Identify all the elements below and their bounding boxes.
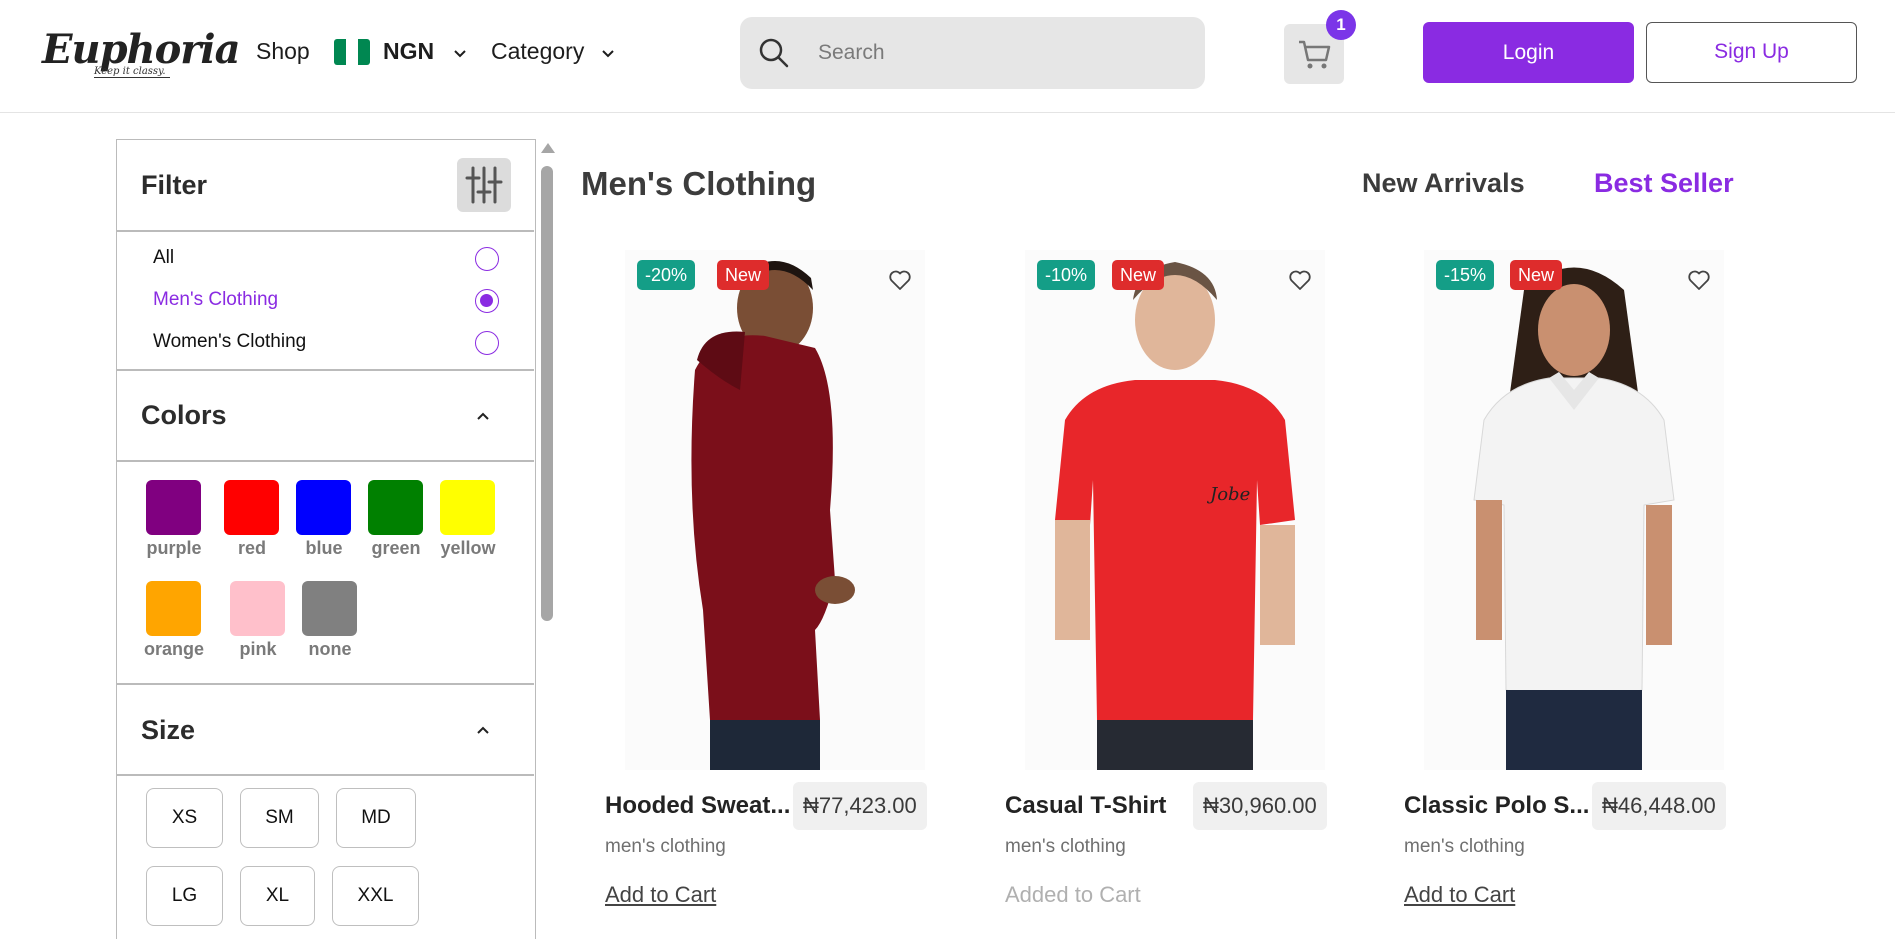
color-label-green: green: [371, 538, 421, 558]
nigeria-flag-icon[interactable]: [334, 39, 370, 65]
divider: [117, 460, 534, 462]
divider: [117, 369, 534, 371]
heart-icon[interactable]: [1288, 268, 1312, 292]
add-to-cart-link[interactable]: Add to Cart: [1404, 882, 1515, 908]
tab-best-seller[interactable]: Best Seller: [1594, 168, 1734, 199]
product-category: men's clothing: [1404, 836, 1525, 857]
brand-logo[interactable]: Euphoria Keep it classy.: [42, 28, 241, 88]
size-button-sm[interactable]: SM: [240, 788, 319, 848]
new-badge: New: [1112, 260, 1165, 290]
size-button-xs[interactable]: XS: [146, 788, 223, 848]
divider: [117, 683, 534, 685]
discount-badge: -20%: [637, 260, 696, 290]
page-title: Men's Clothing: [581, 165, 817, 202]
color-swatch-red[interactable]: [224, 480, 279, 535]
color-swatch-green[interactable]: [368, 480, 423, 535]
product-price: ₦46,448.00: [1592, 782, 1726, 830]
color-swatch-orange[interactable]: [146, 581, 201, 636]
search-input[interactable]: [818, 17, 1188, 89]
filter-settings-button[interactable]: [457, 158, 511, 212]
scroll-up-arrow-icon[interactable]: [541, 143, 555, 153]
size-button-xxl[interactable]: XXL: [332, 866, 419, 926]
product-name[interactable]: Casual T-Shirt: [1005, 792, 1197, 820]
heart-icon[interactable]: [1687, 268, 1711, 292]
chevron-down-icon: [453, 50, 466, 58]
product-card[interactable]: Jobe -10% New Casual T-Shirt ₦30,960.00 …: [1005, 250, 1340, 930]
polo-person-image: [1424, 250, 1724, 770]
product-category: men's clothing: [605, 836, 726, 857]
product-card[interactable]: -20% New Hooded Sweat... ₦77,423.00 men'…: [605, 250, 940, 930]
chevron-up-icon[interactable]: [475, 408, 491, 424]
heart-icon[interactable]: [888, 268, 912, 292]
divider: [117, 774, 534, 776]
svg-text:Jobe: Jobe: [1206, 484, 1250, 505]
size-title: Size: [141, 715, 196, 745]
divider: [117, 230, 534, 232]
nav-shop-link[interactable]: Shop: [256, 38, 310, 65]
hoodie-person-image: [625, 250, 925, 770]
product-image[interactable]: -20% New: [625, 250, 925, 770]
discount-badge: -10%: [1037, 260, 1096, 290]
product-category: men's clothing: [1005, 836, 1126, 857]
size-button-xl[interactable]: XL: [240, 866, 315, 926]
sliders-icon: [465, 166, 503, 204]
radio-all[interactable]: [475, 247, 499, 271]
color-label-red: red: [237, 538, 266, 558]
radio-womens[interactable]: [475, 331, 499, 355]
add-to-cart-link[interactable]: Add to Cart: [605, 882, 716, 908]
color-label-blue: blue: [305, 538, 343, 558]
filter-title: Filter: [141, 170, 208, 200]
category-dropdown[interactable]: Category: [491, 38, 615, 65]
category-option-mens[interactable]: Men's Clothing: [153, 289, 278, 311]
product-price: ₦77,423.00: [793, 782, 927, 830]
color-label-none: none: [308, 639, 352, 659]
color-swatch-purple[interactable]: [146, 480, 201, 535]
currency-selector[interactable]: NGN: [383, 38, 467, 65]
top-header: Euphoria Keep it classy. Shop NGN Catego…: [0, 0, 1895, 113]
category-option-womens[interactable]: Women's Clothing: [153, 331, 306, 353]
product-name[interactable]: Classic Polo S...: [1404, 792, 1596, 820]
category-label: Category: [491, 38, 585, 64]
logo-tagline: Keep it classy.: [94, 66, 170, 78]
product-image[interactable]: -15% New: [1424, 250, 1724, 770]
product-card[interactable]: -15% New Classic Polo S... ₦46,448.00 me…: [1404, 250, 1739, 930]
search-icon: [759, 38, 789, 68]
color-swatch-pink[interactable]: [230, 581, 285, 636]
color-label-pink: pink: [239, 639, 277, 659]
radio-mens[interactable]: [475, 289, 499, 313]
color-swatch-blue[interactable]: [296, 480, 351, 535]
color-swatch-yellow[interactable]: [440, 480, 495, 535]
colors-title: Colors: [141, 400, 227, 430]
color-label-yellow: yellow: [440, 538, 496, 558]
color-label-orange: orange: [143, 639, 204, 659]
color-swatch-none[interactable]: [302, 581, 357, 636]
size-button-md[interactable]: MD: [336, 788, 416, 848]
login-button[interactable]: Login: [1423, 22, 1634, 83]
size-button-lg[interactable]: LG: [146, 866, 223, 926]
filter-sidebar: Filter All Men's Clothing Women's Clothi…: [116, 139, 536, 939]
tab-new-arrivals[interactable]: New Arrivals: [1362, 168, 1525, 199]
search-bar[interactable]: [740, 17, 1205, 89]
tshirt-person-image: Jobe: [1025, 250, 1325, 770]
new-badge: New: [717, 260, 770, 290]
chevron-down-icon: [602, 50, 614, 58]
currency-label: NGN: [383, 38, 435, 64]
cart-count-badge: 1: [1326, 10, 1356, 40]
new-badge: New: [1510, 260, 1563, 290]
chevron-up-icon[interactable]: [475, 722, 491, 738]
product-name[interactable]: Hooded Sweat...: [605, 792, 797, 820]
category-option-all[interactable]: All: [153, 247, 174, 269]
product-image[interactable]: Jobe -10% New: [1025, 250, 1325, 770]
product-price: ₦30,960.00: [1193, 782, 1327, 830]
sidebar-scrollbar[interactable]: [541, 166, 553, 621]
signup-button[interactable]: Sign Up: [1646, 22, 1857, 83]
discount-badge: -15%: [1436, 260, 1495, 290]
color-label-purple: purple: [146, 538, 202, 558]
added-to-cart-link[interactable]: Added to Cart: [1005, 882, 1141, 908]
